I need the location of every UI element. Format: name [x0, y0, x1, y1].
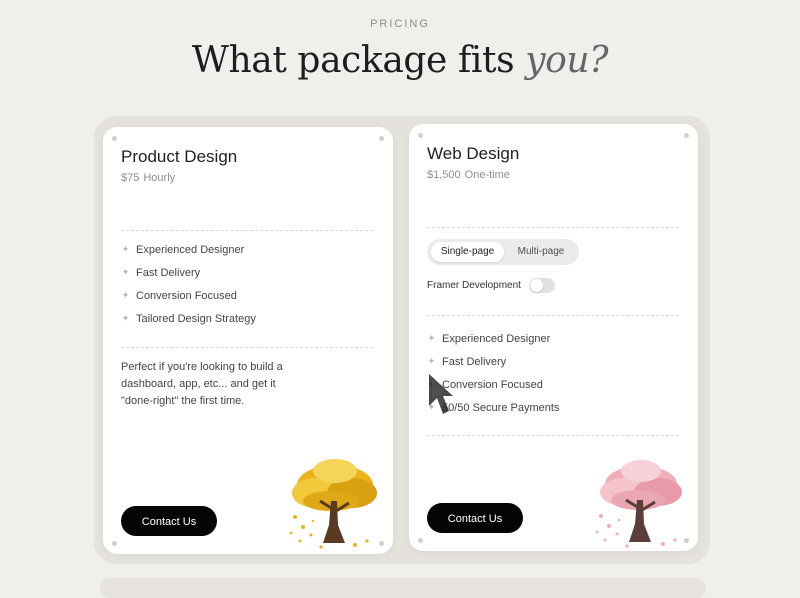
- sparkle-icon: ✦: [427, 333, 436, 343]
- price-billing: One-time: [464, 169, 510, 181]
- feature-item: ✦ Fast Delivery: [121, 261, 256, 284]
- feature-item: ✦ Tailored Design Strategy: [121, 307, 256, 330]
- sparkle-icon: ✦: [121, 290, 130, 300]
- sparkle-icon: ✦: [121, 267, 130, 277]
- title-main: What package fits: [191, 40, 526, 81]
- card-dot: [112, 541, 117, 546]
- price-billing: Hourly: [143, 172, 176, 184]
- next-section-tray: [100, 578, 706, 598]
- feature-list: ✦ Experienced Designer ✦ Fast Delivery ✦ Co…: [427, 327, 560, 419]
- price-amount: $1,500: [427, 169, 461, 181]
- divider: [427, 315, 679, 316]
- pricing-card-web-design: Web Design $1,500 One-time Single-page Mu…: [409, 124, 698, 551]
- contact-us-button[interactable]: Contact Us: [121, 506, 217, 536]
- card-dot: [684, 133, 689, 138]
- contact-us-button[interactable]: Contact Us: [427, 503, 523, 533]
- plan-title: Product Design: [121, 147, 238, 166]
- divider: [427, 227, 679, 228]
- pink-tree-illustration: [595, 460, 682, 548]
- sparkle-icon: ✦: [427, 402, 436, 412]
- card-dot: [379, 136, 384, 141]
- feature-item: ✦ Experienced Designer: [121, 238, 256, 261]
- divider: [427, 435, 679, 436]
- card-dot: [418, 133, 423, 138]
- toggle-knob: [529, 279, 543, 292]
- toggle-label: Framer Development: [427, 280, 521, 291]
- feature-item: ✦ Conversion Focused: [427, 373, 559, 396]
- sparkle-icon: ✦: [427, 356, 436, 366]
- feature-label: Conversion Focused: [442, 378, 543, 391]
- plan-price: $1,500 One-time: [427, 169, 510, 181]
- pricing-card-product-design: Product Design $75 Hourly ✦ Experienced De…: [103, 127, 393, 554]
- sparkle-icon: ✦: [121, 313, 130, 323]
- page-title: What package fits you?: [0, 40, 800, 81]
- sparkle-icon: ✦: [427, 379, 436, 389]
- card-dot: [418, 538, 423, 543]
- plan-description: Perfect if you're looking to build a das…: [121, 361, 283, 407]
- section-eyebrow: PRICING: [370, 18, 430, 30]
- feature-item: ✦ Experienced Designer: [427, 327, 559, 350]
- page-count-segmented-control: Single-page Multi-page: [427, 239, 579, 265]
- sparkle-icon: ✦: [121, 244, 130, 254]
- feature-item: ✦ 50/50 Secure Payments: [427, 396, 560, 419]
- segment-multi-page[interactable]: Multi-page: [507, 242, 575, 262]
- divider: [121, 230, 373, 231]
- framer-development-row: Framer Development: [427, 277, 555, 294]
- framer-development-toggle[interactable]: [528, 278, 555, 293]
- feature-label: Experienced Designer: [136, 243, 245, 256]
- feature-label: Fast Delivery: [136, 266, 201, 279]
- feature-label: Fast Delivery: [442, 355, 507, 368]
- feature-label: 50/50 Secure Payments: [442, 401, 560, 414]
- title-accent: you?: [525, 40, 609, 81]
- feature-label: Experienced Designer: [442, 332, 551, 345]
- card-dot: [112, 136, 117, 141]
- feature-label: Conversion Focused: [136, 289, 237, 302]
- feature-item: ✦ Fast Delivery: [427, 350, 559, 373]
- price-amount: $75: [121, 172, 140, 184]
- feature-item: ✦ Conversion Focused: [121, 284, 256, 307]
- plan-price: $75 Hourly: [121, 172, 175, 184]
- divider: [121, 347, 373, 348]
- feature-label: Tailored Design Strategy: [136, 312, 256, 325]
- golden-tree-illustration: [289, 459, 377, 549]
- plan-title: Web Design: [427, 144, 520, 163]
- feature-list: ✦ Experienced Designer ✦ Fast Delivery ✦ Co…: [121, 238, 256, 330]
- segment-single-page[interactable]: Single-page: [431, 242, 504, 262]
